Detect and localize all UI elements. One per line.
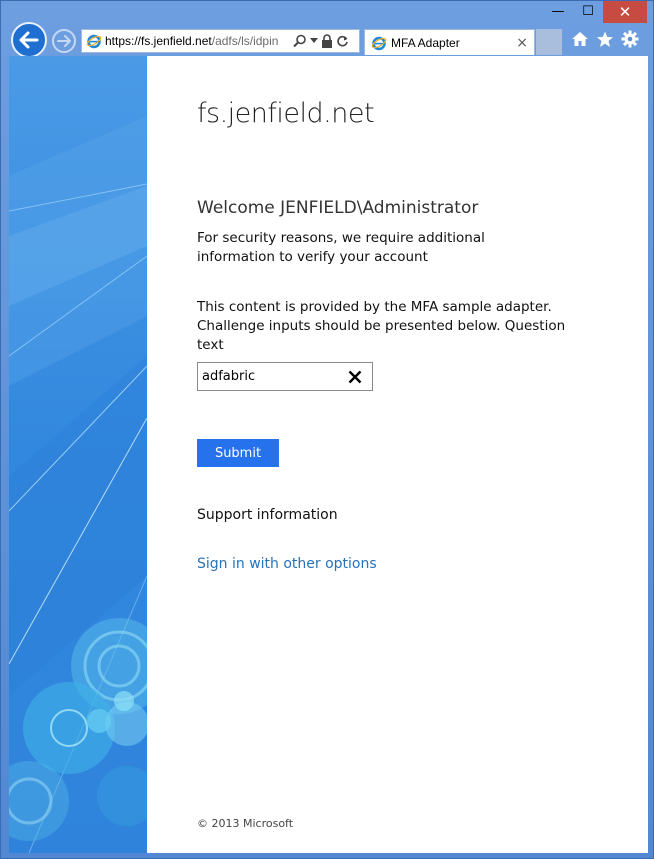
forward-arrow-icon [57, 35, 71, 47]
back-arrow-icon [19, 31, 39, 49]
window-caption-buttons: — ☐ ✕ [543, 1, 647, 23]
url-path: /adfs/ls/idpin [211, 34, 279, 48]
sign-in-other-options-link[interactable]: Sign in with other options [197, 556, 377, 572]
copyright-footer: © 2013 Microsoft [197, 817, 294, 830]
refresh-icon[interactable] [336, 35, 349, 48]
dropdown-arrow-icon[interactable] [310, 38, 318, 44]
page-viewport: fs.jenfield.net Welcome JENFIELD\Adminis… [9, 56, 648, 853]
search-icon[interactable] [293, 34, 307, 48]
adapter-message: This content is provided by the MFA samp… [197, 299, 566, 353]
close-tab-icon[interactable]: × [516, 35, 528, 51]
submit-button[interactable]: Submit [197, 439, 279, 467]
tab-title: MFA Adapter [391, 35, 460, 50]
minimize-button[interactable]: — [543, 1, 573, 23]
tab-mfa-adapter[interactable]: MFA Adapter × [364, 29, 535, 55]
support-information[interactable]: Support information [197, 507, 338, 523]
ie-logo-icon [86, 34, 102, 49]
tab-ie-logo-icon [371, 36, 387, 50]
illustration-panel [9, 56, 147, 853]
clear-icon[interactable] [348, 370, 362, 384]
favorites-star-icon[interactable] [596, 30, 614, 48]
url-host: https://fs.jenfield.net [105, 34, 212, 48]
close-window-button[interactable]: ✕ [603, 1, 647, 23]
address-bar[interactable]: https://fs.jenfield.net/adfs/ls/idpin [81, 29, 360, 53]
home-icon[interactable] [571, 30, 589, 48]
page-title: fs.jenfield.net [197, 98, 375, 129]
address-url[interactable]: https://fs.jenfield.net/adfs/ls/idpin [105, 34, 291, 48]
maximize-button[interactable]: ☐ [573, 1, 603, 23]
forward-button[interactable] [52, 29, 76, 53]
new-tab-button[interactable] [536, 29, 562, 55]
lock-icon[interactable] [321, 34, 333, 48]
browser-window: — ☐ ✕ https://fs.jenfield.net/adfs/ls/id… [0, 0, 654, 859]
security-message: For security reasons, we require additio… [197, 230, 485, 265]
welcome-heading: Welcome JENFIELD\Administrator [197, 198, 479, 218]
settings-gear-icon[interactable] [621, 30, 639, 48]
back-button[interactable] [11, 22, 47, 58]
answer-input[interactable] [202, 369, 342, 384]
answer-field [197, 362, 373, 391]
